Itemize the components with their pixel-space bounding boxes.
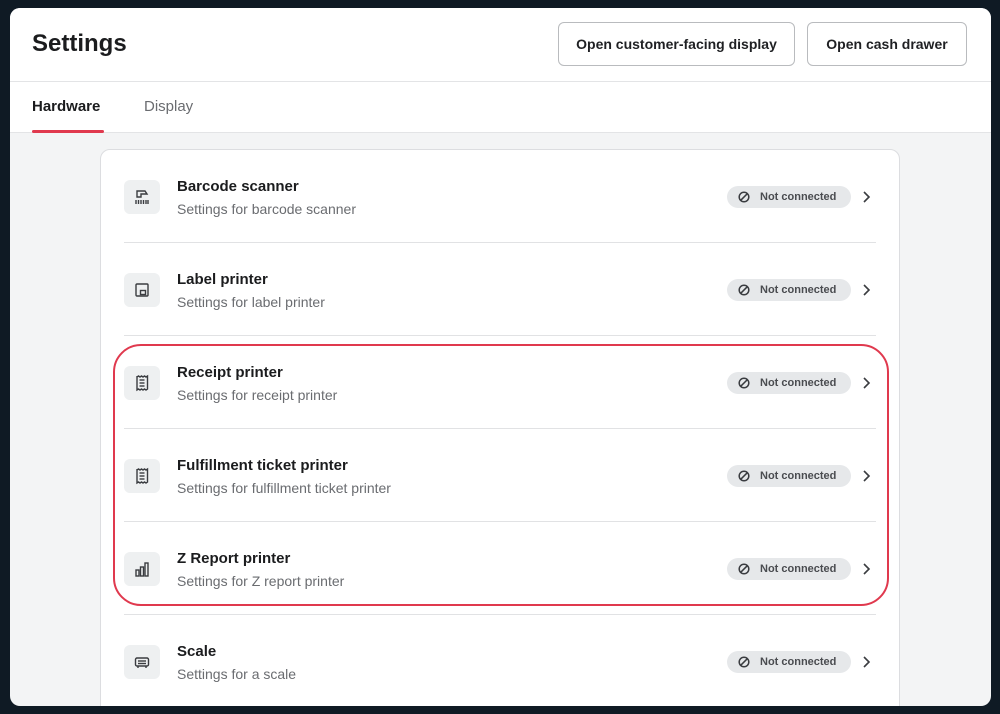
ticket-icon <box>124 459 160 493</box>
receipt-icon <box>124 366 160 400</box>
not-connected-icon <box>738 191 750 203</box>
bar-chart-icon <box>124 552 160 586</box>
page-title: Settings <box>32 30 127 57</box>
not-connected-icon <box>738 284 750 296</box>
header-bar: Settings Open customer-facing display Op… <box>10 8 991 82</box>
status-text: Not connected <box>760 656 837 668</box>
device-subtitle: Settings for fulfillment ticket printer <box>177 480 391 496</box>
open-cash-drawer-button[interactable]: Open cash drawer <box>807 22 967 66</box>
status-text: Not connected <box>760 377 837 389</box>
scale-icon <box>124 645 160 679</box>
not-connected-icon <box>738 656 750 668</box>
not-connected-icon <box>738 470 750 482</box>
status-badge: Not connected <box>727 651 851 673</box>
device-title: Scale <box>177 643 217 660</box>
status-badge: Not connected <box>727 465 851 487</box>
device-title: Label printer <box>177 271 268 288</box>
chevron-right-icon <box>863 377 871 389</box>
device-title: Receipt printer <box>177 364 283 381</box>
barcode-scanner-icon <box>124 180 160 214</box>
not-connected-icon <box>738 563 750 575</box>
tab-bar: Hardware Display <box>10 82 991 133</box>
chevron-right-icon <box>863 470 871 482</box>
status-badge: Not connected <box>727 186 851 208</box>
status-badge: Not connected <box>727 558 851 580</box>
settings-window: Settings Open customer-facing display Op… <box>10 8 991 706</box>
not-connected-icon <box>738 377 750 389</box>
status-text: Not connected <box>760 470 837 482</box>
device-row-barcode-scanner[interactable]: Barcode scanner Settings for barcode sca… <box>124 150 876 243</box>
device-subtitle: Settings for label printer <box>177 294 325 310</box>
device-subtitle: Settings for Z report printer <box>177 573 345 589</box>
active-tab-indicator <box>32 130 104 133</box>
device-title: Z Report printer <box>177 550 291 567</box>
chevron-right-icon <box>863 284 871 296</box>
chevron-right-icon <box>863 191 871 203</box>
tab-display[interactable]: Display <box>144 98 193 115</box>
chevron-right-icon <box>863 656 871 668</box>
device-row-receipt-printer[interactable]: Receipt printer Settings for receipt pri… <box>124 336 876 429</box>
status-badge: Not connected <box>727 279 851 301</box>
status-badge: Not connected <box>727 372 851 394</box>
device-row-z-report-printer[interactable]: Z Report printer Settings for Z report p… <box>124 522 876 615</box>
device-title: Barcode scanner <box>177 178 299 195</box>
chevron-right-icon <box>863 563 871 575</box>
device-row-scale[interactable]: Scale Settings for a scale Not connected <box>124 615 876 706</box>
label-printer-icon <box>124 273 160 307</box>
device-subtitle: Settings for a scale <box>177 666 297 682</box>
hardware-list-card: Barcode scanner Settings for barcode sca… <box>100 149 900 706</box>
tab-hardware[interactable]: Hardware <box>32 98 100 115</box>
status-text: Not connected <box>760 284 837 296</box>
device-subtitle: Settings for receipt printer <box>177 387 338 403</box>
status-text: Not connected <box>760 563 837 575</box>
device-title: Fulfillment ticket printer <box>177 457 348 474</box>
device-row-label-printer[interactable]: Label printer Settings for label printer… <box>124 243 876 336</box>
status-text: Not connected <box>760 191 837 203</box>
device-subtitle: Settings for barcode scanner <box>177 201 356 217</box>
device-row-fulfillment-ticket-printer[interactable]: Fulfillment ticket printer Settings for … <box>124 429 876 522</box>
open-customer-display-button[interactable]: Open customer-facing display <box>558 22 795 66</box>
